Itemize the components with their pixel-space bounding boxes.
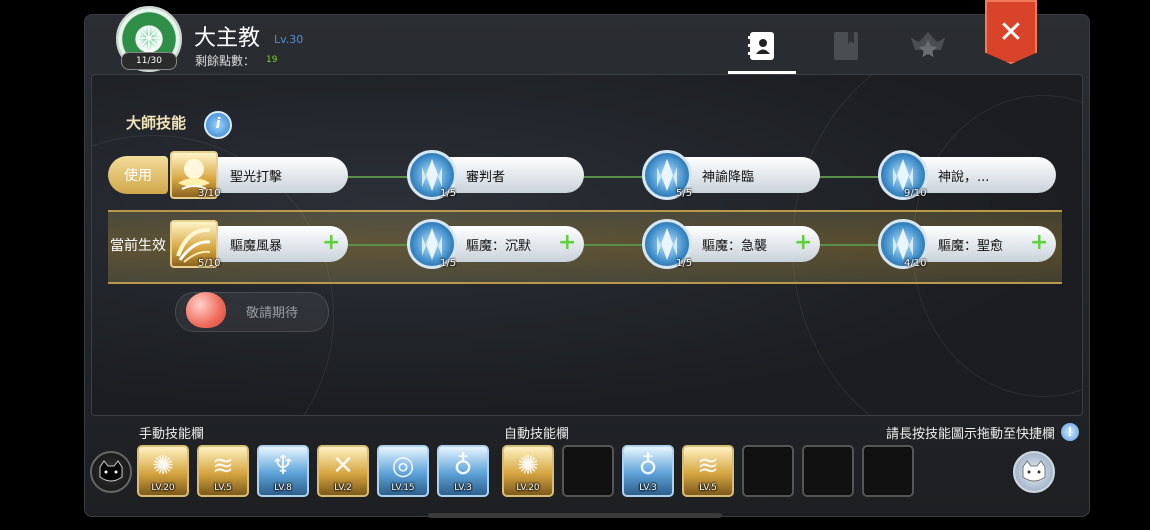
info-icon: i: [215, 116, 221, 132]
skill-glyph-icon: ✺: [152, 451, 174, 481]
manual-skill-bar-label: 手動技能欄: [139, 427, 205, 442]
manual-skill-slot[interactable]: ◎ LV.15: [377, 445, 429, 497]
skill-name: 驅魔：急襲: [702, 238, 768, 254]
tab-skills[interactable]: [728, 28, 796, 74]
remaining-points-label: 剩餘點數：: [195, 54, 256, 68]
white-cat-face-icon[interactable]: [1013, 451, 1055, 493]
skill-glyph-icon: ≋: [697, 451, 719, 481]
slot-level: LV.15: [391, 483, 415, 493]
emblem-progress-badge: 11/30: [121, 52, 177, 70]
tab-book[interactable]: [826, 28, 866, 64]
info-icon[interactable]: !: [1061, 423, 1079, 441]
tab-emblem[interactable]: [908, 28, 948, 64]
plus-icon[interactable]: +: [558, 232, 576, 254]
slot-level: LV.20: [516, 483, 540, 493]
skill-level: 5/10: [198, 258, 221, 269]
remaining-points-value: 19: [266, 55, 278, 65]
skill-glyph-icon: ✕: [332, 451, 354, 481]
use-button[interactable]: 使用: [108, 156, 168, 194]
manual-skill-slot[interactable]: ≋ LV.5: [197, 445, 249, 497]
skill-name: 神說，...: [938, 169, 990, 185]
manual-skill-slot[interactable]: ✕ LV.2: [317, 445, 369, 497]
auto-skill-slot-empty[interactable]: [802, 445, 854, 497]
skill-glyph-icon: ≋: [212, 451, 234, 481]
black-cat-face-icon[interactable]: [90, 451, 132, 493]
master-skills-title: 大師技能: [126, 114, 187, 132]
slot-level: LV.5: [699, 483, 717, 493]
slot-level: LV.2: [334, 483, 352, 493]
slot-level: LV.3: [639, 483, 657, 493]
profile-book-icon: [748, 32, 774, 60]
info-button[interactable]: i: [204, 111, 232, 139]
plus-icon[interactable]: +: [1030, 232, 1048, 254]
auto-skill-slot-empty[interactable]: [742, 445, 794, 497]
skill-level: 1/5: [676, 258, 693, 269]
slot-level: LV.3: [454, 483, 472, 493]
skill-level: 3/10: [198, 188, 221, 199]
skill-glyph-icon: ◎: [391, 451, 415, 481]
skill-level: 1/5: [440, 258, 457, 269]
skill-level: 1/5: [440, 188, 457, 199]
skill-name: 審判者: [466, 169, 506, 185]
auto-skill-slot[interactable]: ✺ LV.20: [502, 445, 554, 497]
skill-node-active-0[interactable]: 驅魔風暴 +: [196, 226, 348, 262]
slot-level: LV.8: [274, 483, 292, 493]
drag-hint-text: 請長按技能圖示拖動至快捷欄: [886, 427, 1056, 442]
closed-book-icon: [834, 32, 858, 60]
auto-skill-bar-label: 自動技能欄: [504, 427, 570, 442]
skill-glyph-icon: ✺: [517, 451, 539, 481]
plus-icon[interactable]: +: [322, 232, 340, 254]
manual-skill-slot[interactable]: ✺ LV.20: [137, 445, 189, 497]
auto-skill-slot[interactable]: ♁ LV.3: [622, 445, 674, 497]
skill-name: 聖光打擊: [230, 169, 283, 185]
slot-level: LV.20: [151, 483, 175, 493]
manual-skill-slot[interactable]: ♆ LV.8: [257, 445, 309, 497]
slot-level: LV.5: [214, 483, 232, 493]
star-emblem-icon: [911, 32, 945, 57]
auto-skill-slot[interactable]: ≋ LV.5: [682, 445, 734, 497]
skill-glyph-icon: ♁: [453, 451, 473, 481]
plus-icon[interactable]: +: [794, 232, 812, 254]
skill-name: 驅魔風暴: [230, 238, 283, 254]
class-level: Lv.30: [274, 33, 304, 46]
current-active-label: 當前生效: [110, 238, 166, 254]
poring-mascot-icon: [186, 292, 226, 328]
skill-glyph-icon: ♁: [638, 451, 658, 481]
skill-level: 9/10: [904, 188, 927, 199]
auto-skill-slot-empty[interactable]: [562, 445, 614, 497]
skill-name: 神諭降臨: [702, 169, 755, 185]
skill-level: 5/5: [676, 188, 693, 199]
skill-level: 4/10: [904, 258, 927, 269]
manual-skill-slot[interactable]: ♁ LV.3: [437, 445, 489, 497]
close-button[interactable]: ✕: [985, 0, 1037, 64]
close-icon: ✕: [998, 14, 1024, 50]
class-name: 大主教: [194, 26, 261, 51]
skill-name: 驅魔：沉默: [466, 238, 532, 254]
home-indicator: [428, 513, 722, 518]
skill-glyph-icon: ♆: [271, 451, 295, 481]
skill-name: 驅魔：聖愈: [938, 238, 1004, 254]
coming-soon-text: 敬請期待: [246, 306, 299, 321]
auto-skill-slot-empty[interactable]: [862, 445, 914, 497]
